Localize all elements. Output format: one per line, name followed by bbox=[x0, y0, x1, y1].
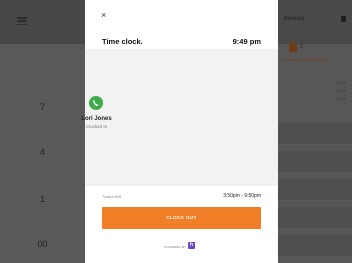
list-item bbox=[278, 123, 352, 145]
list-item bbox=[278, 235, 352, 257]
total-value: 00:00 bbox=[335, 80, 346, 85]
invoice-title: Invoice bbox=[284, 16, 305, 22]
shift-time: 3:50pm - 9:50pm bbox=[223, 193, 261, 199]
invoice-header: Invoice bbox=[278, 0, 352, 44]
item-count: 2 bbox=[300, 44, 304, 50]
time-clock-modal: × Time clock. 9:49 pm Today's shift 3:50… bbox=[85, 0, 278, 263]
total-value: 00:00 bbox=[335, 96, 346, 101]
employee-name: Lori Jones bbox=[81, 116, 112, 122]
brand-logo: h bbox=[188, 242, 195, 249]
keypad-key[interactable]: 1 bbox=[0, 194, 85, 204]
total-value: 00:00 bbox=[335, 88, 346, 93]
keypad-key[interactable]: 7 bbox=[0, 102, 85, 112]
employee-status: Clocked In bbox=[85, 124, 108, 129]
keypad-key[interactable]: 00 bbox=[0, 239, 85, 249]
bag-icon bbox=[289, 43, 297, 52]
clock-icon bbox=[89, 96, 103, 110]
list-item bbox=[278, 207, 352, 229]
current-time: 9:49 pm bbox=[232, 37, 261, 46]
shift-label: Today's shift bbox=[102, 195, 122, 199]
keypad-key[interactable]: 4 bbox=[0, 147, 85, 157]
clock-out-button[interactable]: CLOCK OUT bbox=[102, 207, 261, 229]
add-service-link[interactable]: Add service and member bbox=[279, 57, 329, 62]
menu-icon[interactable] bbox=[17, 17, 27, 26]
modal-title: Time clock. bbox=[102, 37, 143, 46]
list-item bbox=[278, 151, 352, 173]
list-item bbox=[278, 179, 352, 201]
close-icon[interactable]: × bbox=[101, 11, 106, 20]
invoice-icon[interactable] bbox=[341, 16, 346, 22]
powered-by-label: POWERED BY bbox=[164, 245, 187, 249]
keypad: 7 4 1 00 bbox=[0, 44, 85, 263]
